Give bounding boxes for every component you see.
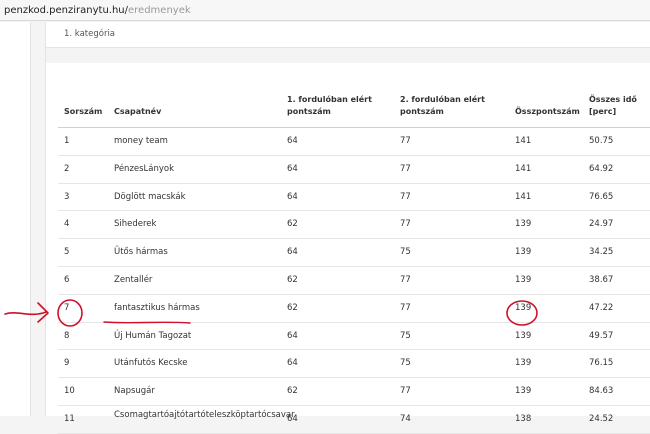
team-underline-annotation <box>103 321 191 324</box>
total-circle-annotation <box>506 300 538 326</box>
arrow-annotation <box>4 311 47 316</box>
annotation-layer <box>4 299 538 327</box>
rank-circle-annotation <box>57 299 83 327</box>
